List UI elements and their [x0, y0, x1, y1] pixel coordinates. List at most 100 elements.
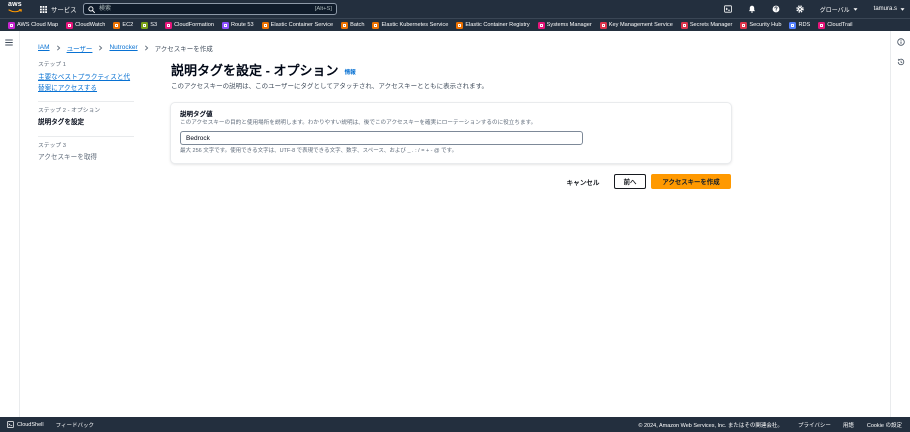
s3-icon: [141, 21, 149, 29]
ecs-icon: [261, 21, 269, 29]
favorite-label: S3: [150, 21, 158, 28]
route-53-icon: [221, 21, 229, 29]
chevron-down-icon: [900, 7, 905, 11]
region-selector[interactable]: グローバル: [820, 5, 858, 14]
chevron-right-icon: [56, 44, 60, 51]
favorite-label: Elastic Container Registry: [465, 21, 530, 28]
account-menu[interactable]: tamura.s: [874, 6, 905, 12]
help-button[interactable]: [772, 5, 780, 13]
user-label: tamura.s: [873, 6, 897, 12]
cloudformation-icon: [165, 21, 173, 29]
favorite-label: Key Management Service: [608, 21, 673, 28]
footer-privacy-link[interactable]: プライバシー: [798, 421, 831, 429]
search-icon: [88, 5, 95, 13]
side-navigation-rail: [0, 31, 20, 417]
favorite-label: Secrets Manager: [689, 21, 733, 28]
footer-cloudshell-button[interactable]: CloudShell: [7, 421, 44, 428]
wizard-step-1: ステップ 1 主要なベストプラクティスと代替案にアクセスする: [38, 61, 134, 94]
favorite-label: Systems Manager: [546, 21, 592, 28]
favorite-label: CloudFormation: [174, 21, 214, 28]
favorite-kms[interactable]: Key Management Service: [599, 21, 673, 29]
gear-icon: [796, 5, 804, 13]
info-icon: [897, 38, 905, 46]
hamburger-icon: [5, 39, 13, 46]
favorite-eks[interactable]: Elastic Kubernetes Service: [372, 21, 449, 29]
bell-icon: [748, 5, 755, 13]
page-description: このアクセスキーの説明は、このユーザーにタグとしてアタッチされ、アクセスキーとと…: [171, 83, 488, 90]
services-menu-button[interactable]: サービス: [40, 0, 77, 18]
breadcrumb: IAM ユーザー Nutrocker アクセスキーを作成: [38, 43, 213, 53]
notifications-button[interactable]: [748, 5, 756, 13]
favorite-security-hub[interactable]: Security Hub: [740, 21, 782, 29]
nav-utilities: グローバル tamura.s: [708, 0, 905, 18]
description-tag-input[interactable]: [180, 131, 583, 145]
favorite-batch[interactable]: Batch: [341, 21, 364, 29]
secrets-manager-icon: [680, 21, 688, 29]
favorite-label: Elastic Kubernetes Service: [381, 21, 449, 28]
ec2-icon: [113, 21, 121, 29]
breadcrumb-user-name[interactable]: Nutrocker: [109, 44, 137, 51]
favorite-label: CloudTrail: [827, 21, 853, 28]
previous-button[interactable]: 前へ: [614, 174, 646, 189]
favorite-systems-manager[interactable]: Systems Manager: [537, 21, 592, 29]
footer-cookie-settings-link[interactable]: Cookie の設定: [867, 421, 902, 429]
rds-icon: [789, 21, 797, 29]
help-icon: [772, 5, 780, 13]
kms-icon: [599, 21, 607, 29]
cloudshell-button[interactable]: [723, 5, 732, 13]
cloudshell-icon: [7, 421, 14, 428]
systems-manager-icon: [537, 21, 545, 29]
page-title: 説明タグを設定 - オプション: [171, 63, 339, 78]
favorite-label: CloudWatch: [75, 21, 106, 28]
favorite-secrets-manager[interactable]: Secrets Manager: [680, 21, 733, 29]
chevron-right-icon: [99, 44, 103, 51]
search-box[interactable]: [Alt+S]: [83, 3, 337, 15]
chevron-right-icon: [144, 44, 148, 51]
favorite-ecr[interactable]: Elastic Container Registry: [456, 21, 530, 29]
favorite-ecs[interactable]: Elastic Container Service: [261, 21, 333, 29]
step-number-label: ステップ 2 - オプション: [38, 108, 101, 114]
history-panel-button[interactable]: [897, 58, 905, 66]
footer-feedback-link[interactable]: フィードバック: [56, 421, 94, 429]
footer-cloudshell-label: CloudShell: [17, 421, 44, 428]
eks-icon: [372, 21, 380, 29]
search-input[interactable]: [99, 4, 311, 14]
cloudtrail-icon: [818, 21, 826, 29]
wizard-step-3: ステップ 3 アクセスキーを取得: [38, 142, 134, 163]
open-navigation-button[interactable]: [5, 39, 13, 46]
favorite-cloudtrail[interactable]: CloudTrail: [818, 21, 853, 29]
aws-cloud-map-icon: [8, 21, 15, 29]
favorite-label: Security Hub: [749, 21, 782, 28]
favorite-cloudformation[interactable]: CloudFormation: [165, 21, 214, 29]
breadcrumb-iam[interactable]: IAM: [38, 44, 50, 51]
favorite-ec2[interactable]: EC2: [113, 21, 134, 29]
favorite-label: EC2: [122, 21, 134, 28]
wizard-steps: ステップ 1 主要なベストプラクティスと代替案にアクセスする ステップ 2 - …: [38, 61, 134, 163]
info-link[interactable]: 情報: [345, 68, 356, 76]
create-access-key-button[interactable]: アクセスキーを作成: [651, 174, 731, 189]
footer-left: CloudShell フィードバック: [7, 417, 94, 432]
info-panel-button[interactable]: [897, 38, 905, 46]
step-1-link[interactable]: 主要なベストプラクティスと代替案にアクセスする: [38, 72, 134, 94]
aws-logo[interactable]: aws: [8, 1, 24, 16]
settings-button[interactable]: [796, 5, 804, 13]
favorite-s3[interactable]: S3: [141, 21, 158, 29]
chevron-down-icon: [853, 7, 858, 11]
breadcrumb-current-page: アクセスキーを作成: [154, 45, 213, 53]
cancel-button[interactable]: キャンセル: [562, 174, 604, 189]
wizard-step-2: ステップ 2 - オプション 説明タグを設定: [38, 107, 134, 128]
favorite-route-53[interactable]: Route 53: [221, 21, 254, 29]
favorite-rds[interactable]: RDS: [789, 21, 810, 29]
page-header: 説明タグを設定 - オプション 情報: [171, 62, 356, 80]
step-number-label: ステップ 3: [38, 143, 67, 149]
step-divider: [38, 136, 134, 137]
favorite-aws-cloud-map[interactable]: AWS Cloud Map: [8, 21, 58, 29]
favorite-label: Route 53: [230, 21, 254, 28]
breadcrumb-users[interactable]: ユーザー: [67, 43, 93, 53]
description-tag-constraint: 最大 256 文字です。使用できる文字は、UTF-8 で表現できる文字、数字、ス…: [180, 148, 458, 154]
footer-terms-link[interactable]: 用語: [843, 421, 854, 429]
favorite-cloudwatch[interactable]: CloudWatch: [66, 21, 106, 29]
aws-smile-icon: [8, 9, 22, 13]
batch-icon: [341, 21, 349, 29]
step-divider: [38, 101, 134, 102]
